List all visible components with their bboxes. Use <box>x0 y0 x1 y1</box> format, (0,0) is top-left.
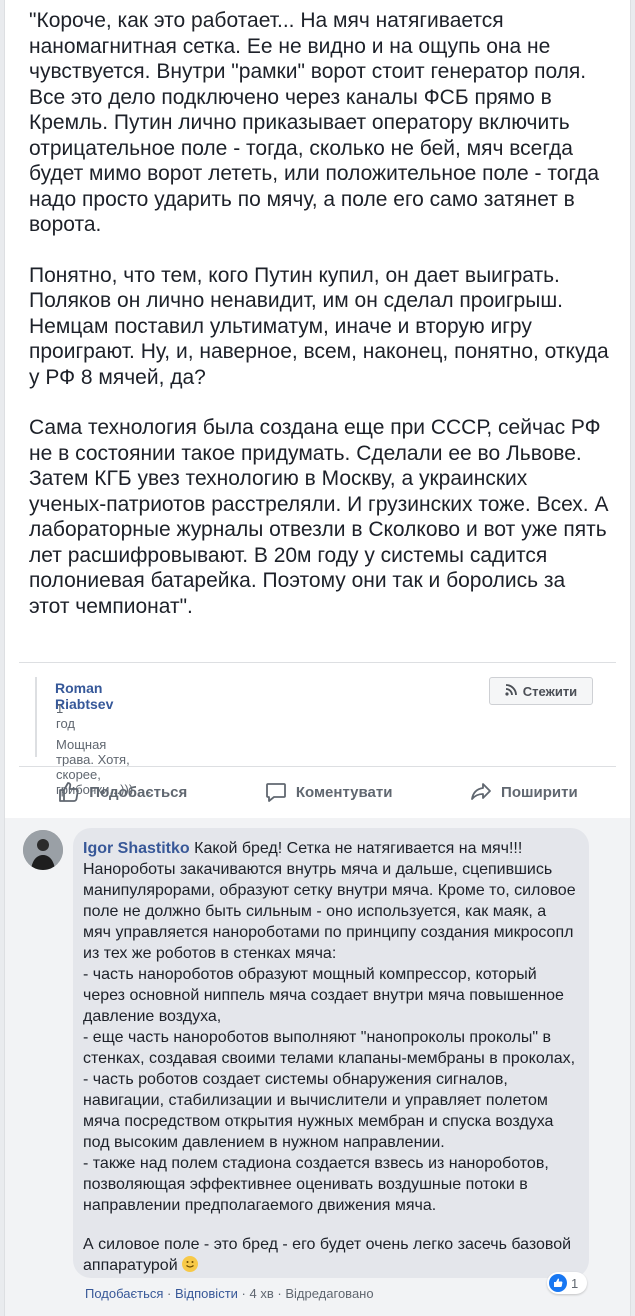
share-label: Поширити <box>501 783 578 801</box>
comment-item: - еще часть нанороботов выполняют "наноп… <box>83 1029 576 1067</box>
share-button[interactable]: Поширити <box>469 780 578 804</box>
separator: · <box>277 1286 282 1301</box>
separator: · <box>241 1286 246 1301</box>
post-paragraph: "Короче, как это работает... На мяч натя… <box>29 9 600 236</box>
comment-closing-line: А силовое поле - это бред - его будет оч… <box>83 1234 577 1276</box>
post-body: "Короче, как это работает... На мяч натя… <box>29 8 609 644</box>
like-label: Подобається <box>89 783 188 801</box>
comment-intro-line: Igor Shastitko Какой бред! Сетка не натя… <box>83 838 577 964</box>
comment-button[interactable]: Коментувати <box>264 780 393 804</box>
like-reaction-icon <box>549 1274 567 1292</box>
comment-item: - часть роботов создает системы обнаруже… <box>83 1071 554 1151</box>
post-paragraph: Сама технология была создана еще при ССС… <box>29 416 609 618</box>
speech-bubble-icon <box>265 783 286 802</box>
comment-item: - также над полем стадиона создается взв… <box>83 1155 549 1214</box>
comment-intro: Какой бред! Сетка не натягивается на мяч… <box>83 840 576 962</box>
commenter-name[interactable]: Igor Shastitko <box>83 840 190 857</box>
thumbs-up-icon <box>59 782 80 802</box>
share-arrow-icon <box>471 783 491 800</box>
smiley-icon <box>182 1256 199 1272</box>
shared-post-info: Roman Riabtsev 1 год Мощная трава. Хотя,… <box>19 662 616 797</box>
reaction-number: 1 <box>571 1275 579 1291</box>
rss-icon <box>505 683 517 699</box>
comment-like-link[interactable]: Подобається <box>85 1286 163 1301</box>
comment-item: - часть нанороботов образуют мощный комп… <box>83 966 564 1025</box>
follow-label: Стежити <box>522 683 578 699</box>
shared-timestamp[interactable]: 1 год <box>56 701 75 731</box>
post-actions: Подобається Коментувати Поширити <box>19 766 616 817</box>
quote-bar <box>35 677 37 757</box>
follow-button[interactable]: Стежити <box>489 677 593 705</box>
comment-time[interactable]: 4 хв <box>250 1286 274 1301</box>
post-paragraph: Понятно, что тем, кого Путин купил, он д… <box>29 263 609 389</box>
comment-label: Коментувати <box>295 783 393 801</box>
post-card: "Короче, как это работает... На мяч натя… <box>4 0 631 818</box>
avatar[interactable] <box>23 830 63 870</box>
reaction-count[interactable]: 1 <box>547 1272 587 1294</box>
comment-closing: А силовое поле - это бред - его будет оч… <box>83 1236 572 1274</box>
comment-bubble: Igor Shastitko Какой бред! Сетка не натя… <box>73 828 589 1278</box>
comment-edited[interactable]: Відредаговано <box>285 1286 373 1301</box>
comment-section: Igor Shastitko Какой бред! Сетка не натя… <box>4 818 631 1316</box>
separator: · <box>167 1286 172 1301</box>
comment-meta: Подобається · Відповісти · 4 хв · Відред… <box>85 1286 374 1301</box>
comment-reply-link[interactable]: Відповісти <box>175 1286 238 1301</box>
like-button[interactable]: Подобається <box>57 780 187 804</box>
